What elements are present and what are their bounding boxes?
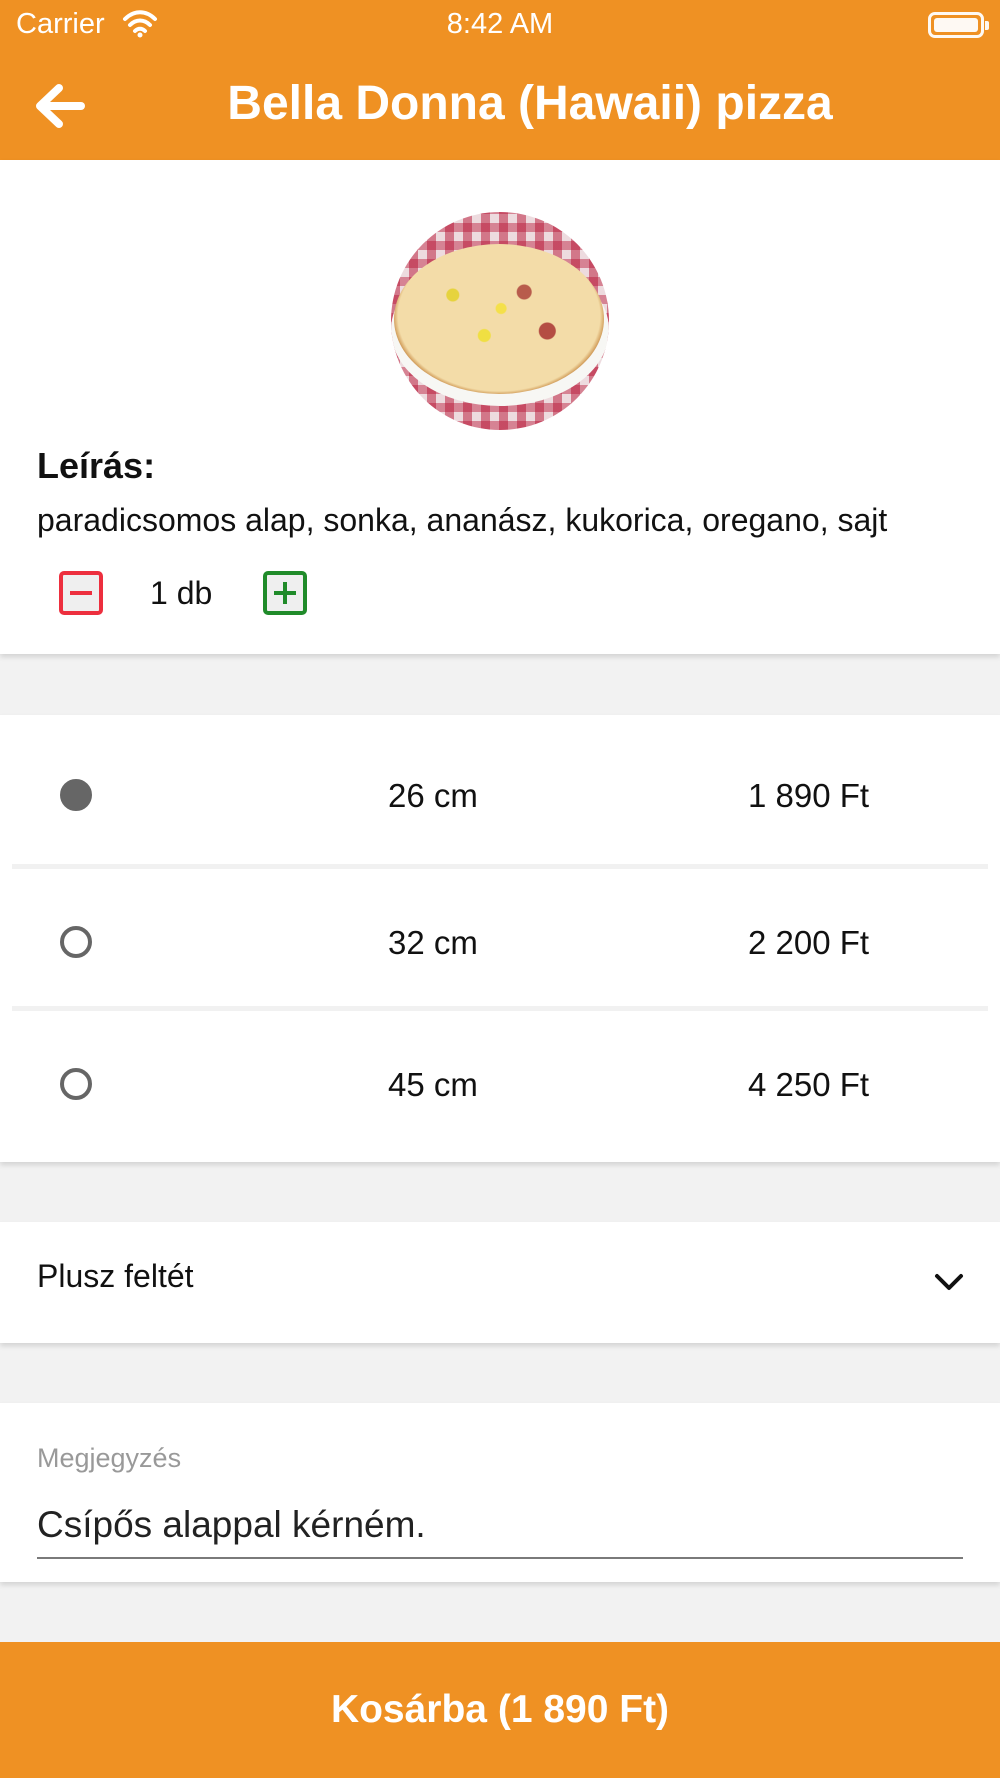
arrow-left-icon[interactable] (34, 84, 86, 128)
extra-toppings-label: Plusz feltét (37, 1258, 194, 1294)
size-option-32[interactable]: 32 cm 2 200 Ft (12, 864, 988, 1004)
price-label: 1 890 Ft (748, 777, 870, 814)
pizza-illustration (394, 244, 604, 394)
minus-square-icon[interactable] (59, 571, 103, 615)
clock-time: 8:42 AM (446, 8, 554, 40)
note-label: Megjegyzés (37, 1443, 182, 1473)
size-label: 26 cm (388, 777, 478, 814)
quantity-value: 1 db (150, 575, 213, 611)
radio-selected-icon[interactable] (60, 779, 92, 811)
price-label: 2 200 Ft (748, 924, 870, 961)
size-options: 26 cm 1 890 Ft 32 cm 2 200 Ft 45 cm 4 25… (0, 715, 1000, 1162)
radio-unselected-icon[interactable] (60, 926, 92, 958)
plus-square-icon[interactable] (263, 571, 307, 615)
page-title: Bella Donna (Hawaii) pizza (227, 77, 833, 130)
size-label: 45 cm (388, 1066, 478, 1103)
radio-unselected-icon[interactable] (60, 1068, 92, 1100)
size-option-26[interactable]: 26 cm 1 890 Ft (12, 715, 988, 855)
description-text: paradicsomos alap, sonka, ananász, kukor… (37, 502, 888, 538)
size-label: 32 cm (388, 924, 478, 961)
status-bar: Carrier 8:42 AM (0, 0, 1000, 50)
size-option-45[interactable]: 45 cm 4 250 Ft (12, 1006, 988, 1146)
extra-toppings-dropdown[interactable]: Plusz feltét (0, 1222, 1000, 1343)
description-label: Leírás: (37, 445, 156, 486)
app-header: Carrier 8:42 AM Bella Donna (Hawaii) piz… (0, 0, 1000, 160)
chevron-down-icon[interactable] (931, 1266, 967, 1296)
battery-icon (928, 12, 989, 38)
product-card: Leírás: paradicsomos alap, sonka, ananás… (0, 160, 1000, 654)
add-to-cart-button[interactable]: Kosárba (1 890 Ft) (0, 1642, 1000, 1778)
pizza-image (391, 212, 609, 430)
note-field-card: Megjegyzés (0, 1403, 1000, 1582)
note-input[interactable] (37, 1493, 963, 1559)
price-label: 4 250 Ft (748, 1066, 870, 1103)
